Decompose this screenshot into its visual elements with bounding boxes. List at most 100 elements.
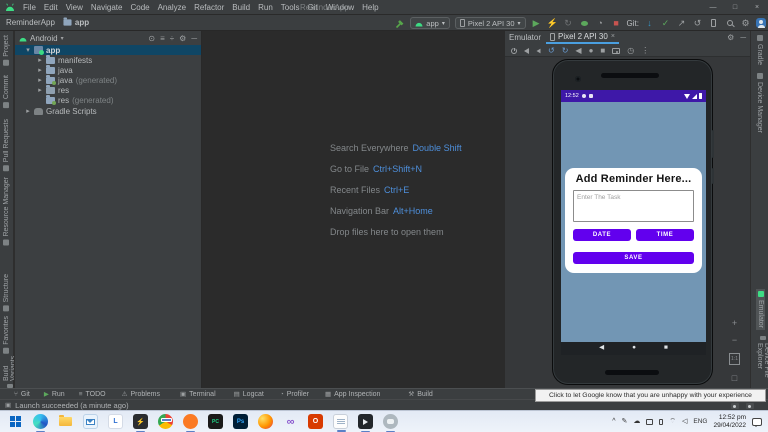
tree-item-java[interactable]: ▸ java: [15, 65, 201, 75]
photoshop-icon[interactable]: Ps: [233, 414, 248, 429]
lightshot-icon[interactable]: L: [108, 414, 123, 429]
panel-settings-gear-icon[interactable]: ⚙: [179, 34, 186, 43]
menu-build[interactable]: Build: [228, 3, 254, 12]
toolwindow-terminal[interactable]: ▣Terminal: [180, 390, 216, 398]
expand-chevron-icon[interactable]: ▸: [37, 56, 43, 64]
menu-file[interactable]: File: [19, 3, 40, 12]
build-hammer-icon[interactable]: [394, 18, 405, 29]
stripe-tab-resource-manager[interactable]: Resource Manager: [3, 177, 10, 246]
xampp-icon[interactable]: [183, 414, 198, 429]
toolwindow-build[interactable]: ⚒Build: [408, 390, 432, 398]
tree-item-res[interactable]: ▸ res: [15, 85, 201, 95]
menu-code[interactable]: Code: [126, 3, 153, 12]
stop-button[interactable]: ■: [611, 17, 622, 29]
expand-chevron-icon[interactable]: ▸: [37, 76, 43, 84]
zoom-reset-button[interactable]: 1:1: [729, 353, 740, 365]
notification-center-icon[interactable]: [752, 418, 762, 426]
tree-item-manifests[interactable]: ▸ manifests: [15, 55, 201, 65]
rollback-button[interactable]: ↺: [692, 17, 703, 29]
expand-all-icon[interactable]: ≡: [160, 34, 165, 43]
collapse-all-icon[interactable]: ÷: [170, 34, 174, 43]
pycharm-icon[interactable]: PC: [208, 414, 223, 429]
network-icon[interactable]: ⌔: [669, 418, 676, 425]
chrome-icon[interactable]: [158, 414, 173, 429]
expand-chevron-icon[interactable]: ▸: [25, 107, 31, 115]
menu-analyze[interactable]: Analyze: [154, 3, 190, 12]
office-icon[interactable]: O: [308, 414, 323, 429]
overview-icon[interactable]: ■: [600, 46, 605, 55]
collapse-chevron-icon[interactable]: ▾: [25, 46, 31, 54]
chat-app-icon[interactable]: [383, 414, 398, 429]
stripe-tab-emulator[interactable]: Emulator: [756, 289, 765, 330]
volume-icon[interactable]: ◁: [682, 418, 687, 425]
breadcrumb-module[interactable]: app: [75, 18, 89, 27]
hide-panel-icon[interactable]: ─: [740, 33, 746, 42]
stripe-tab-pull-requests[interactable]: Pull Requests: [3, 119, 10, 171]
device-select[interactable]: Pixel 2 API 30 ▾: [455, 17, 526, 29]
menu-run[interactable]: Run: [254, 3, 277, 12]
minimize-button[interactable]: —: [702, 0, 724, 15]
git-push-button[interactable]: ↗: [676, 17, 687, 29]
close-tab-icon[interactable]: ×: [611, 33, 615, 40]
thumbs-down-icon[interactable]: [746, 403, 754, 409]
task-input[interactable]: [573, 190, 694, 222]
stripe-tab-project[interactable]: Project: [3, 35, 10, 66]
toolwindow-git[interactable]: ⑂Git: [14, 391, 30, 398]
git-commit-button[interactable]: ✓: [660, 17, 671, 29]
visual-studio-icon[interactable]: ∞: [283, 414, 298, 429]
debug-button[interactable]: [579, 17, 590, 29]
home-icon[interactable]: ●: [589, 46, 594, 55]
hidden-icons-chevron[interactable]: ^: [612, 418, 615, 425]
breadcrumb-project[interactable]: ReminderApp: [6, 18, 55, 27]
taskbar-clock[interactable]: 12:52 pm 29/04/2022: [713, 414, 746, 429]
flash-app-icon[interactable]: ⚡: [133, 414, 148, 429]
emulator-settings-gear-icon[interactable]: ⚙: [727, 33, 734, 42]
stripe-tab-device-file-explorer[interactable]: Device File Explorer: [756, 336, 768, 388]
nav-back-icon[interactable]: ◀: [599, 345, 604, 352]
notes-app-icon[interactable]: [333, 414, 348, 429]
menu-help[interactable]: Help: [358, 3, 382, 12]
git-update-button[interactable]: ↓: [644, 17, 655, 29]
expand-chevron-icon[interactable]: ▸: [37, 66, 43, 74]
time-button[interactable]: TIME: [636, 229, 694, 241]
fullscreen-button[interactable]: □: [732, 374, 737, 382]
project-view-select[interactable]: Android: [30, 34, 58, 43]
tree-item-java-generated[interactable]: ▸ java (generated): [15, 75, 201, 85]
maximize-button[interactable]: □: [724, 0, 746, 15]
firefox-icon[interactable]: [258, 414, 273, 429]
toolwindow-profiler[interactable]: ◔Profiler: [280, 391, 309, 398]
onedrive-cloud-icon[interactable]: ☁: [633, 418, 640, 425]
edge-icon[interactable]: [33, 414, 48, 429]
pen-icon[interactable]: ✎: [622, 418, 628, 425]
tree-item-res-generated[interactable]: res (generated): [15, 95, 201, 105]
stripe-tab-commit[interactable]: Commit: [3, 75, 10, 108]
device-manager-button[interactable]: [708, 17, 719, 29]
event-log-icon[interactable]: ▣: [5, 401, 11, 409]
run-configuration-select[interactable]: app ▾: [410, 17, 450, 29]
stripe-tab-structure[interactable]: Structure: [3, 274, 10, 311]
menu-view[interactable]: View: [62, 3, 87, 12]
profiler-button[interactable]: ◔: [595, 17, 606, 29]
hide-panel-icon[interactable]: ─: [191, 34, 197, 43]
date-button[interactable]: DATE: [573, 229, 631, 241]
toolwindow-problems[interactable]: ⚠Problems: [122, 390, 160, 398]
snapshots-icon[interactable]: ◷: [627, 46, 634, 55]
display-icon[interactable]: [646, 419, 653, 425]
rotate-right-icon[interactable]: ↻: [562, 46, 569, 55]
stripe-tab-gradle[interactable]: Gradle: [756, 35, 763, 65]
zoom-in-button[interactable]: +: [732, 319, 737, 327]
back-icon[interactable]: ◀: [575, 46, 581, 55]
toolwindow-logcat[interactable]: ▤Logcat: [234, 390, 264, 398]
status-message[interactable]: Launch succeeded (a minute ago): [15, 401, 128, 410]
toolwindow-run[interactable]: ▶Run: [44, 390, 65, 398]
battery-icon[interactable]: [659, 419, 663, 425]
expand-chevron-icon[interactable]: ▸: [37, 86, 43, 94]
toolwindow-todo[interactable]: ≡TODO: [79, 391, 106, 398]
locate-file-icon[interactable]: ⊙: [148, 34, 155, 43]
menu-navigate[interactable]: Navigate: [87, 3, 127, 12]
settings-gear-icon[interactable]: ⚙: [740, 17, 751, 29]
toolwindow-app-inspection[interactable]: ▦App Inspection: [325, 390, 380, 398]
tree-item-gradle-scripts[interactable]: ▸ Gradle Scripts: [15, 106, 201, 116]
nav-overview-icon[interactable]: ■: [664, 345, 668, 352]
search-icon[interactable]: [724, 17, 735, 29]
